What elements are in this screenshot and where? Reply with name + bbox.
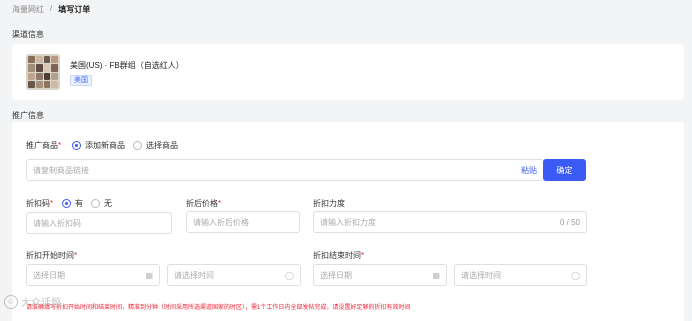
breadcrumb-parent-link[interactable]: 海量网红 [12, 4, 44, 15]
watermark-logo-icon: ☺ [4, 294, 18, 309]
coupon-label: 折扣码* [26, 199, 54, 208]
coupon-radio-group: 有 无 [62, 198, 112, 209]
radio-coupon-no-label[interactable]: 无 [104, 198, 112, 209]
promo-section-title: 推广信息 [12, 111, 44, 120]
watermark: ☺ 大众话题 [4, 294, 61, 309]
discount-char-counter: 0 / 50 [559, 217, 580, 227]
promo-card: 推广商品* 添加新商品 选择商品 请复制商品链接 粘贴 确定 折扣码* 有 无 … [12, 122, 684, 321]
product-label: 推广商品* [26, 141, 62, 150]
radio-add-new-product[interactable] [72, 141, 81, 150]
breadcrumb-current: 填写订单 [58, 5, 91, 14]
end-date-picker[interactable]: 选择日期 ▦ [313, 264, 447, 286]
after-price-input[interactable]: 请输入折后价格 [186, 211, 300, 233]
discount-input[interactable]: 请输入折扣力度 0 / 50 [313, 211, 587, 233]
country-tag: 美国 [70, 75, 92, 86]
channel-card: 美国(US) · FB群组（自选红人） 美国 [12, 44, 684, 100]
radio-select-label[interactable]: 选择商品 [146, 140, 178, 151]
clock-icon: ◯ [285, 270, 294, 280]
start-time-label: 折扣开始时间* [26, 251, 78, 260]
radio-coupon-yes-label[interactable]: 有 [75, 198, 83, 209]
end-time-label: 折扣结束时间* [313, 251, 365, 260]
radio-coupon-no[interactable] [91, 199, 100, 208]
product-radio-group: 添加新商品 选择商品 [72, 140, 178, 151]
radio-coupon-yes[interactable] [62, 199, 71, 208]
start-time-picker[interactable]: 请选择时间 ◯ [167, 264, 301, 286]
calendar-icon: ▦ [432, 270, 440, 280]
clock-icon: ◯ [571, 270, 580, 280]
start-date-picker[interactable]: 选择日期 ▦ [26, 264, 160, 286]
radio-select-product[interactable] [133, 141, 142, 150]
time-hint-note: 请准确填写折扣开始时间和结束时间，精准到分钟（时间采用所选渠道国家的时区），需1… [26, 305, 411, 311]
breadcrumb: 海量网红 / 填写订单 [12, 4, 90, 15]
after-price-label: 折后价格* [186, 199, 222, 208]
product-link-input[interactable]: 请复制商品链接 粘贴 [26, 159, 544, 181]
coupon-code-input[interactable]: 请输入折扣码 [26, 212, 172, 234]
paste-button[interactable]: 粘贴 [521, 165, 537, 176]
radio-add-new-label[interactable]: 添加新商品 [85, 140, 125, 151]
channel-name: 美国(US) · FB群组（自选红人） [70, 61, 184, 70]
breadcrumb-separator: / [50, 4, 53, 13]
confirm-button[interactable]: 确定 [543, 159, 586, 181]
end-time-picker[interactable]: 请选择时间 ◯ [454, 264, 587, 286]
calendar-icon: ▦ [145, 270, 153, 280]
channel-thumbnail [26, 54, 60, 90]
discount-label: 折扣力度 [313, 199, 345, 208]
channel-section-title: 渠道信息 [12, 30, 44, 39]
